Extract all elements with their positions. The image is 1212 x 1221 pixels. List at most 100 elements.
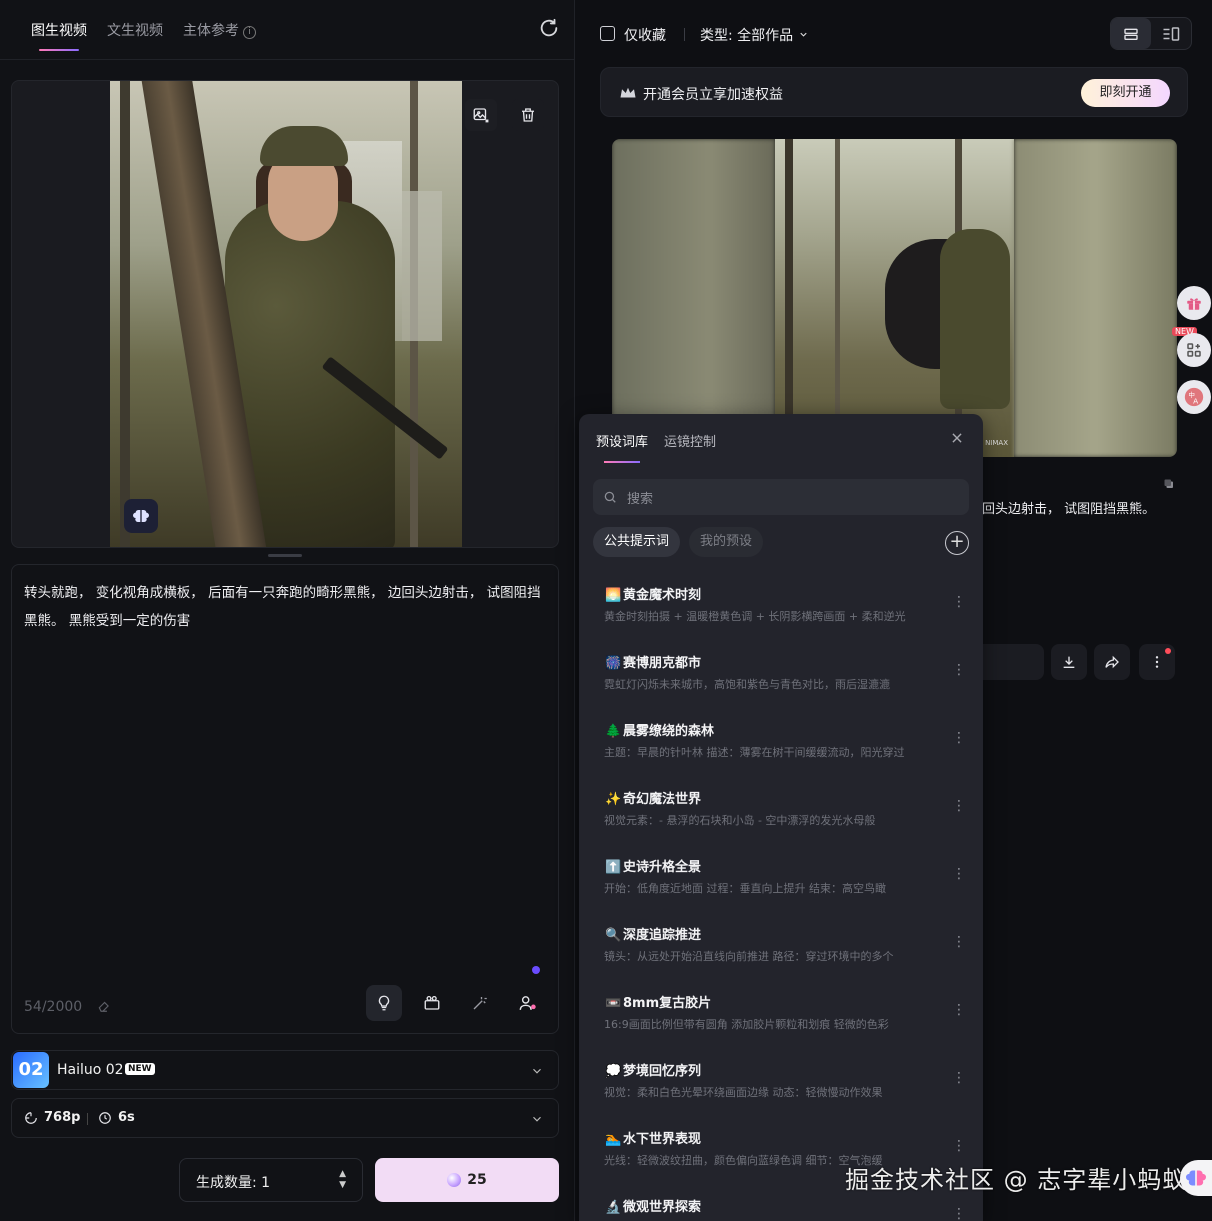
preset-title: 水下世界表现: [623, 1132, 702, 1147]
chip-my-presets[interactable]: 我的预设: [689, 527, 764, 557]
model-selector[interactable]: 02 Hailuo 02 NEW: [11, 1050, 559, 1090]
preset-title: 微观世界探索: [623, 1200, 702, 1215]
list-item[interactable]: 🌅 黄金魔术时刻 黄金时刻拍摄 + 温暖橙黄色调 + 长阴影横跨画面 + 柔和逆光…: [579, 572, 983, 640]
add-preset-button[interactable]: +: [945, 531, 969, 555]
preset-title: 奇幻魔法世界: [623, 792, 702, 807]
preset-desc: 视觉元素：- 悬浮的石块和小岛 - 空中漂浮的发光水母般: [604, 814, 876, 827]
prompt-box[interactable]: 转头就跑， 变化视角成横板， 后面有一只奔跑的畸形黑熊， 边回头边射击， 试图阻…: [11, 564, 559, 1034]
magic-enhance-button[interactable]: [462, 985, 498, 1021]
quantity-stepper[interactable]: 生成数量: 1 ▲ ▼: [179, 1158, 363, 1202]
status-dot: [532, 966, 540, 974]
sunrise-icon: 🌅: [605, 588, 622, 603]
search-input[interactable]: 搜索: [593, 479, 969, 515]
list-item[interactable]: 🎆 赛博朋克都市 霓虹灯闪烁未来城市，高饱和紫色与青色对比，雨后湿漉漉 ⋮: [579, 640, 983, 708]
favorites-only-checkbox[interactable]: [600, 26, 615, 41]
video-prompt-caption: 回头边射击， 试图阻挡黑熊。: [982, 502, 1156, 517]
quantity-label: 生成数量: 1: [196, 1175, 271, 1191]
prompt-tools: [366, 985, 546, 1021]
prompt-ideas-button[interactable]: [366, 985, 402, 1021]
replace-image-button[interactable]: [465, 99, 497, 131]
apps-button[interactable]: [1177, 333, 1211, 367]
up-arrow-icon: ⬆️: [605, 860, 622, 875]
duration-value: 6s: [118, 1110, 135, 1125]
lightbulb-icon: [378, 995, 390, 1011]
preset-desc: 开始：低角度近地面 过程：垂直向上提升 结束：高空鸟瞰: [604, 882, 886, 895]
list-item[interactable]: ✨ 奇幻魔法世界 视觉元素：- 悬浮的石块和小岛 - 空中漂浮的发光水母般 ⋮: [579, 776, 983, 844]
assistant-button[interactable]: [1180, 1160, 1212, 1196]
preset-desc: 镜头：从远处开始沿直线向前推进 路径：穿过环境中的多个: [604, 950, 894, 963]
favorites-only-label[interactable]: 仅收藏: [624, 25, 666, 45]
chip-public-prompts[interactable]: 公共提示词: [593, 527, 681, 557]
list-item[interactable]: 🔍 深度追踪推进 镜头：从远处开始沿直线向前推进 路径：穿过环境中的多个 ⋮: [579, 912, 983, 980]
ai-analyze-button[interactable]: [124, 499, 158, 533]
brain-icon: [133, 510, 149, 523]
list-item[interactable]: 🌲 晨雾缭绕的森林 主题：早晨的针叶林 描述：薄雾在树干间缓缓流动，阳光穿过 ⋮: [579, 708, 983, 776]
download-button[interactable]: [1051, 644, 1087, 680]
more-icon[interactable]: ⋮: [952, 1206, 966, 1221]
vip-text: 开通会员立享加速权益: [643, 87, 783, 103]
translate-button[interactable]: 中A: [1177, 380, 1211, 414]
character-icon: [519, 996, 536, 1010]
microscope-icon: 🔬: [605, 1200, 622, 1215]
list-item[interactable]: ⬆️ 史诗升格全景 开始：低角度近地面 过程：垂直向上提升 结束：高空鸟瞰 ⋮: [579, 844, 983, 912]
list-item[interactable]: 📼 8mm复古胶片 16:9画面比例但带有圆角 添加胶片颗粒和划痕 轻微的色彩 ⋮: [579, 980, 983, 1048]
preset-list: 🌅 黄金魔术时刻 黄金时刻拍摄 + 温暖橙黄色调 + 长阴影横跨画面 + 柔和逆光…: [579, 572, 983, 1221]
more-icon[interactable]: ⋮: [952, 1070, 966, 1086]
type-filter-value: 全部作品: [737, 28, 794, 44]
more-icon[interactable]: ⋮: [952, 934, 966, 950]
delete-image-button[interactable]: [512, 99, 544, 131]
tab-subject-reference[interactable]: 主体参考 i: [183, 20, 256, 40]
chevron-down-icon: [533, 1116, 541, 1122]
type-filter-dropdown[interactable]: 类型: 全部作品: [700, 25, 809, 45]
tab-text-to-video[interactable]: 文生视频: [107, 20, 163, 40]
refresh-icon[interactable]: [538, 17, 560, 39]
list-item[interactable]: 💭 梦境回忆序列 视觉：柔和白色光晕环绕画面边缘 动态：轻微慢动作效果 ⋮: [579, 1048, 983, 1116]
vip-activate-button[interactable]: 即刻开通: [1081, 79, 1170, 107]
copy-icon[interactable]: [1163, 478, 1175, 490]
more-icon[interactable]: ⋮: [952, 798, 966, 814]
eraser-icon[interactable]: [97, 999, 111, 1013]
list-view-button[interactable]: [1111, 18, 1151, 49]
generate-cost: 25: [467, 1172, 487, 1188]
grid-view-button[interactable]: [1151, 18, 1191, 49]
prompt-input[interactable]: 转头就跑， 变化视角成横板， 后面有一只奔跑的畸形黑熊， 边回头边射击， 试图阻…: [24, 579, 548, 635]
character-button[interactable]: [510, 985, 546, 1021]
preset-title: 8mm复古胶片: [623, 996, 712, 1011]
generate-button[interactable]: 25: [375, 1158, 559, 1202]
preset-title: 深度追踪推进: [623, 928, 702, 943]
clapper-icon: [424, 995, 440, 1010]
video-settings-selector[interactable]: 768p 6s: [11, 1098, 559, 1138]
preset-title: 黄金魔术时刻: [623, 588, 702, 603]
video-result-card[interactable]: NIMAX: [612, 139, 1177, 457]
resize-handle[interactable]: [268, 554, 302, 557]
search-icon: [604, 491, 616, 503]
more-icon[interactable]: ⋮: [952, 866, 966, 882]
popup-tabs: 预设词库 运镜控制: [596, 431, 716, 463]
stepper-down-icon[interactable]: ▼: [339, 1180, 346, 1190]
crown-icon: [620, 87, 636, 98]
more-icon[interactable]: ⋮: [952, 1002, 966, 1018]
stepper-up-icon[interactable]: ▲: [339, 1169, 346, 1179]
more-icon[interactable]: ⋮: [952, 594, 966, 610]
tab-image-to-video[interactable]: 图生视频: [31, 20, 87, 51]
stepper-arrows[interactable]: ▲ ▼: [339, 1169, 346, 1191]
more-icon[interactable]: ⋮: [952, 1138, 966, 1154]
more-icon[interactable]: ⋮: [952, 662, 966, 678]
preset-desc: 黄金时刻拍摄 + 温暖橙黄色调 + 长阴影横跨画面 + 柔和逆光: [604, 610, 906, 623]
apps-icon: [1187, 343, 1201, 357]
info-icon[interactable]: i: [243, 26, 256, 39]
sparkles-icon: ✨: [605, 792, 622, 807]
camera-preset-button[interactable]: [414, 985, 450, 1021]
tab-preset-library[interactable]: 预设词库: [596, 431, 648, 463]
notification-dot: [1165, 648, 1171, 654]
close-icon[interactable]: [950, 431, 964, 445]
chevron-down-icon: [533, 1068, 541, 1074]
share-icon: [1105, 655, 1119, 669]
more-icon[interactable]: ⋮: [952, 730, 966, 746]
gift-button[interactable]: [1177, 286, 1211, 320]
reference-image-box[interactable]: [11, 80, 559, 548]
tab-camera-control[interactable]: 运镜控制: [664, 431, 716, 450]
gift-icon: [1187, 298, 1201, 310]
share-button[interactable]: [1094, 644, 1130, 680]
swimmer-icon: 🏊: [605, 1132, 622, 1147]
